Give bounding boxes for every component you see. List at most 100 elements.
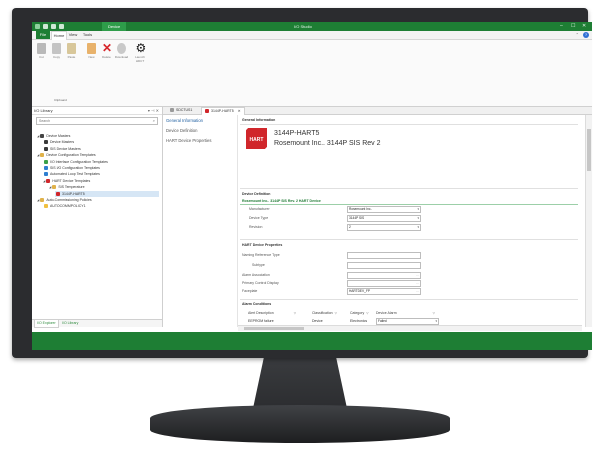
filter-icon[interactable]: ▽ xyxy=(366,311,368,315)
horizontal-scrollbar[interactable] xyxy=(238,325,582,331)
nav-device-definition[interactable]: Device Definition xyxy=(166,128,197,133)
status-bar xyxy=(32,332,592,350)
vertical-scrollbar[interactable] xyxy=(585,115,592,327)
tree-item-label: HART Device Templates xyxy=(52,178,91,183)
tab-io-explorer[interactable]: I/O Explorer xyxy=(34,320,59,328)
expand-triangle-icon[interactable]: ◢ xyxy=(43,179,45,183)
ribbon: Cut Copy Paste New ✕ Delete Download ⚙ L… xyxy=(32,40,592,107)
expand-triangle-icon[interactable]: ◢ xyxy=(49,185,51,189)
tab-home[interactable]: Home xyxy=(51,31,67,40)
device-context-tab[interactable]: Device xyxy=(102,22,127,31)
new-button[interactable]: New xyxy=(84,43,99,59)
redo-icon[interactable] xyxy=(59,24,64,29)
expand-triangle-icon[interactable]: ◢ xyxy=(37,134,39,138)
tree-item[interactable]: SIS Device Masters xyxy=(43,146,159,152)
naming-reference-type-input[interactable] xyxy=(347,252,421,259)
tab-io-library[interactable]: I/O Library xyxy=(60,320,80,327)
copy-icon xyxy=(52,43,61,54)
column-alert-description[interactable]: Alert Description ▽ xyxy=(248,311,296,315)
monitor-stand-base xyxy=(150,405,450,443)
alarm-association-select[interactable]: … xyxy=(347,272,421,279)
separator xyxy=(240,188,578,189)
tree-item[interactable]: AUTOCOMMPOLICY1 xyxy=(43,203,159,209)
column-device-alarm[interactable]: Device Alarm ▽ xyxy=(376,311,435,315)
cut-button[interactable]: Cut xyxy=(34,43,49,59)
table-row[interactable]: EEPROM failure Device Electronics Failed… xyxy=(240,318,578,325)
tree-item[interactable]: ◢ Device Masters xyxy=(37,133,159,139)
subtype-input[interactable] xyxy=(347,262,421,269)
close-button[interactable]: ✕ xyxy=(582,22,586,31)
tab-tools[interactable]: Tools xyxy=(81,31,94,39)
delete-button[interactable]: ✕ Delete xyxy=(99,42,114,59)
hart-logo: HART xyxy=(246,128,267,149)
panel-header: I/O Library ▾ ⊣ ✕ xyxy=(32,107,162,115)
expand-triangle-icon[interactable]: ◢ xyxy=(37,198,39,202)
save-icon[interactable] xyxy=(43,24,48,29)
doc-tab-sdctus1[interactable]: SDCTUS1 xyxy=(167,107,195,114)
paste-button[interactable]: Paste xyxy=(64,43,79,59)
column-label: Category xyxy=(350,311,365,315)
app-logo-icon xyxy=(35,24,40,29)
chevron-down-icon: ▾ xyxy=(417,216,419,220)
tab-view[interactable]: View xyxy=(67,31,79,39)
tree-item[interactable]: ◢ Device Configuration Templates xyxy=(37,152,159,158)
tree-item-label: Automated Loop Test Templates xyxy=(50,172,100,177)
minimize-button[interactable]: – xyxy=(560,22,563,31)
panel-tools[interactable]: ▾ ⊣ ✕ xyxy=(148,107,159,114)
filter-icon[interactable]: ▽ xyxy=(294,311,296,315)
chevron-down-icon: ▾ xyxy=(435,319,437,323)
launch-hdct-label: Launch HDCT xyxy=(135,55,145,63)
tree-node-icon xyxy=(40,153,45,158)
launch-hdct-button[interactable]: ⚙ Launch HDCT xyxy=(131,42,149,63)
tab-file[interactable]: File xyxy=(36,31,50,39)
column-classification[interactable]: Classification ▽ xyxy=(312,311,337,315)
search-input[interactable]: Search ⌕ xyxy=(36,117,158,125)
tree-item[interactable]: ◢ Auto-Commissioning Policies xyxy=(37,197,159,203)
filter-icon[interactable]: ▽ xyxy=(335,311,337,315)
column-label: Device Alarm xyxy=(376,311,397,315)
search-icon[interactable]: ⌕ xyxy=(153,118,155,124)
alarm-association-label: Alarm Association xyxy=(242,273,270,277)
doc-tab-3144p[interactable]: 3144P-HART5 ✕ xyxy=(201,107,245,115)
filter-icon[interactable]: ▽ xyxy=(433,311,435,315)
manufacturer-select[interactable]: Rosemount Inc.. ▾ xyxy=(347,206,421,213)
primary-control-display-label: Primary Control Display xyxy=(242,281,279,285)
device-type-select[interactable]: 3144P SIS ▾ xyxy=(347,215,421,222)
document-icon xyxy=(170,108,174,113)
tree-item-label: I/O Interface Configuration Templates xyxy=(50,159,108,164)
collapse-ribbon-icon[interactable]: ⌃ xyxy=(576,31,579,39)
doc-tab-label: 3144P-HART5 xyxy=(211,109,234,113)
maximize-button[interactable]: ☐ xyxy=(571,22,575,31)
nav-hart-device-properties[interactable]: HART Device Properties xyxy=(166,138,211,143)
tree-item[interactable]: 3144P-HART5 xyxy=(55,190,159,197)
hart-properties-heading: HART Device Properties xyxy=(242,243,283,247)
separator xyxy=(240,239,578,240)
tree-item-label: SIS Temperature xyxy=(58,185,85,190)
tree-node-icon xyxy=(44,140,48,145)
screen: Device I/O Studio – ☐ ✕ File Home View T… xyxy=(32,22,592,350)
scroll-thumb[interactable] xyxy=(587,129,591,171)
tree-item[interactable]: ◢ SIS Temperature xyxy=(49,184,159,190)
nav-general-information[interactable]: General Information xyxy=(166,118,203,123)
primary-control-display-select[interactable]: … xyxy=(347,280,421,287)
tree-item[interactable]: Automated Loop Test Templates xyxy=(43,171,159,177)
tree-item[interactable]: ◢ HART Device Templates xyxy=(43,178,159,184)
revision-select[interactable]: 2 ▾ xyxy=(347,224,421,231)
scroll-thumb[interactable] xyxy=(244,327,304,330)
faceplate-select[interactable]: HARTDEV_FP… xyxy=(347,288,421,295)
copy-button[interactable]: Copy xyxy=(49,43,64,59)
hart-template-icon xyxy=(205,109,209,114)
doc-tab-close-icon[interactable]: ✕ xyxy=(238,109,241,113)
tree-item[interactable]: SIS I/O Configuration Templates xyxy=(43,165,159,171)
column-category[interactable]: Category ▽ xyxy=(350,311,369,315)
help-icon[interactable]: ? xyxy=(583,32,589,38)
undo-icon[interactable] xyxy=(51,24,56,29)
device-alarm-select[interactable]: Failed ▾ xyxy=(376,318,439,325)
tree-item[interactable]: Device Masters xyxy=(43,139,159,145)
cell-classification: Device xyxy=(312,319,323,323)
tree-node-icon xyxy=(56,191,60,196)
download-button[interactable]: Download xyxy=(114,43,129,59)
tree-item[interactable]: I/O Interface Configuration Templates xyxy=(43,159,159,165)
expand-triangle-icon[interactable]: ◢ xyxy=(37,153,39,157)
manufacturer-value: Rosemount Inc.. xyxy=(349,207,373,211)
